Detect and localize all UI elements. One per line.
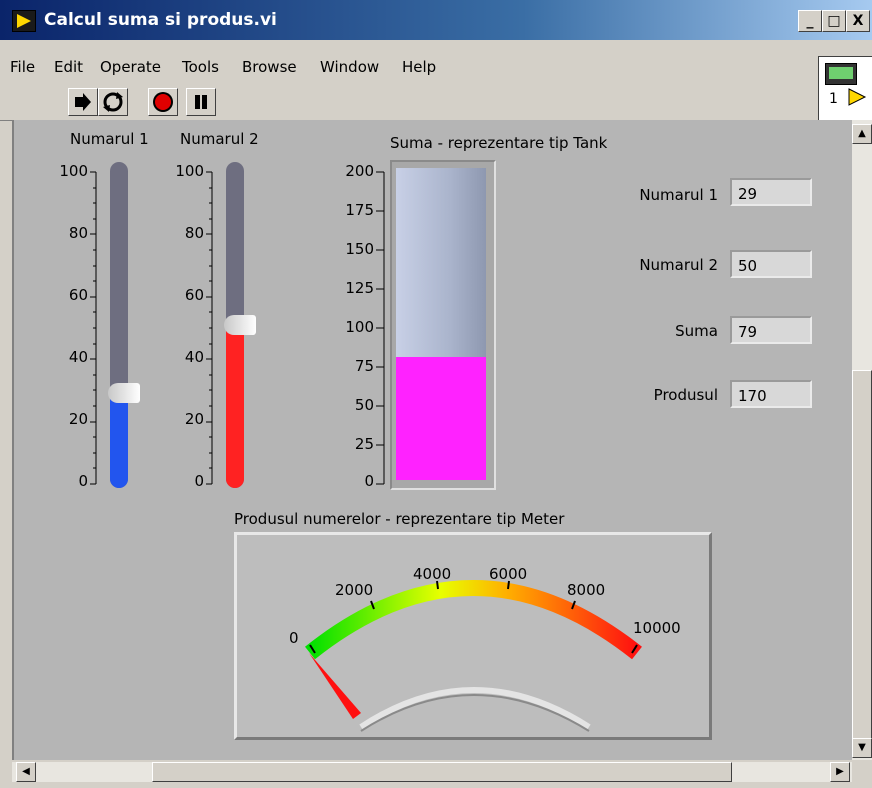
indicator-numarul-1-label: Numarul 1	[639, 186, 718, 204]
slider-2-label: Numarul 2	[180, 130, 259, 148]
horizontal-scrollbar[interactable]: ◀ ▶	[12, 762, 852, 782]
run-continuously-icon[interactable]	[98, 88, 128, 116]
tank-tick: 75	[354, 357, 374, 375]
meter-tick: 6000	[489, 565, 528, 583]
tank-frame	[390, 160, 496, 490]
indicator-numarul-1-value: 29	[730, 178, 812, 206]
slider-2-tick: 100	[175, 162, 204, 180]
slider-2-fill	[226, 325, 244, 488]
close-button[interactable]: X	[846, 10, 870, 32]
window-title-bar[interactable]: Calcul suma si produs.vi _ □ X	[0, 0, 872, 40]
indicator-numarul-2-value: 50	[730, 250, 812, 278]
slider-1-tick: 100	[59, 162, 88, 180]
run-arrow-icon[interactable]	[68, 88, 98, 116]
connector-number: 1	[829, 91, 838, 107]
scroll-left-arrow-icon[interactable]: ◀	[16, 762, 36, 782]
tank-tick: 100	[345, 318, 374, 336]
indicator-suma-label: Suma	[675, 322, 718, 340]
tank-tick: 50	[354, 396, 374, 414]
indicator-produsul-value: 170	[730, 380, 812, 408]
menu-tools[interactable]: Tools	[182, 58, 219, 76]
slider-2-tick: 40	[184, 348, 204, 366]
slider-1-track[interactable]	[110, 162, 128, 488]
slider-1-tick: 0	[78, 472, 88, 490]
tank-tick: 0	[364, 472, 374, 490]
meter-frame: 0 2000 4000 6000 8000 10000	[234, 532, 712, 740]
indicator-numarul-2-label: Numarul 2	[639, 256, 718, 274]
slider-2-tick: 60	[184, 286, 204, 304]
indicator-suma-value: 79	[730, 316, 812, 344]
meter-tick: 8000	[567, 581, 606, 599]
slider-1-tick: 80	[68, 224, 88, 242]
slider-2-tick: 0	[194, 472, 204, 490]
labview-vi-icon	[12, 10, 36, 32]
slider-1-tick: 40	[68, 348, 88, 366]
vertical-scrollbar[interactable]: ▲ ▼	[852, 120, 872, 760]
maximize-button[interactable]: □	[822, 10, 846, 32]
tank-tick: 150	[345, 240, 374, 258]
connector-pane[interactable]: 1	[818, 56, 872, 122]
slider-2-tick: 20	[184, 410, 204, 428]
meter-tick: 4000	[413, 565, 452, 583]
slider-1-thumb[interactable]	[108, 383, 140, 404]
tank-body[interactable]	[396, 168, 486, 480]
slider-2-thumb[interactable]	[224, 315, 256, 335]
tank-tick: 125	[345, 279, 374, 297]
tank-scale: 200 175 150 125 100 75 50 25 0	[338, 160, 398, 490]
minimize-button[interactable]: _	[798, 10, 822, 32]
run-arrow-small-icon	[848, 88, 867, 106]
menu-operate[interactable]: Operate	[100, 58, 161, 76]
slider-1-fill	[110, 393, 128, 488]
window-title: Calcul suma si produs.vi	[44, 10, 277, 30]
menu-help[interactable]: Help	[402, 58, 436, 76]
pause-icon[interactable]	[186, 88, 216, 116]
meter-needle	[309, 653, 361, 719]
tank-tick: 25	[354, 435, 374, 453]
meter-tick: 0	[289, 629, 299, 647]
scroll-right-arrow-icon[interactable]: ▶	[830, 762, 850, 782]
indicator-produsul-label: Produsul	[653, 386, 718, 404]
menu-window[interactable]: Window	[320, 58, 379, 76]
slider-1-tick: 60	[68, 286, 88, 304]
tank-fill	[396, 356, 486, 480]
menu-file[interactable]: File	[10, 58, 35, 76]
tank-tick: 200	[345, 162, 374, 180]
vertical-scroll-thumb[interactable]	[852, 370, 872, 750]
scroll-down-arrow-icon[interactable]: ▼	[852, 738, 872, 758]
meter-label: Produsul numerelor - reprezentare tip Me…	[234, 510, 565, 528]
menu-browse[interactable]: Browse	[242, 58, 297, 76]
slider-1-label: Numarul 1	[70, 130, 149, 148]
slider-2-tick: 80	[184, 224, 204, 242]
tank-label: Suma - reprezentare tip Tank	[390, 134, 608, 152]
monitor-icon	[825, 63, 857, 85]
scroll-up-arrow-icon[interactable]: ▲	[852, 124, 872, 144]
slider-1-tick: 20	[68, 410, 88, 428]
horizontal-scroll-thumb[interactable]	[152, 762, 732, 782]
meter-tick: 2000	[335, 581, 374, 599]
meter-tick: 10000	[633, 619, 681, 637]
menu-edit[interactable]: Edit	[54, 58, 83, 76]
tank-tick: 175	[345, 201, 374, 219]
abort-icon[interactable]	[148, 88, 178, 116]
